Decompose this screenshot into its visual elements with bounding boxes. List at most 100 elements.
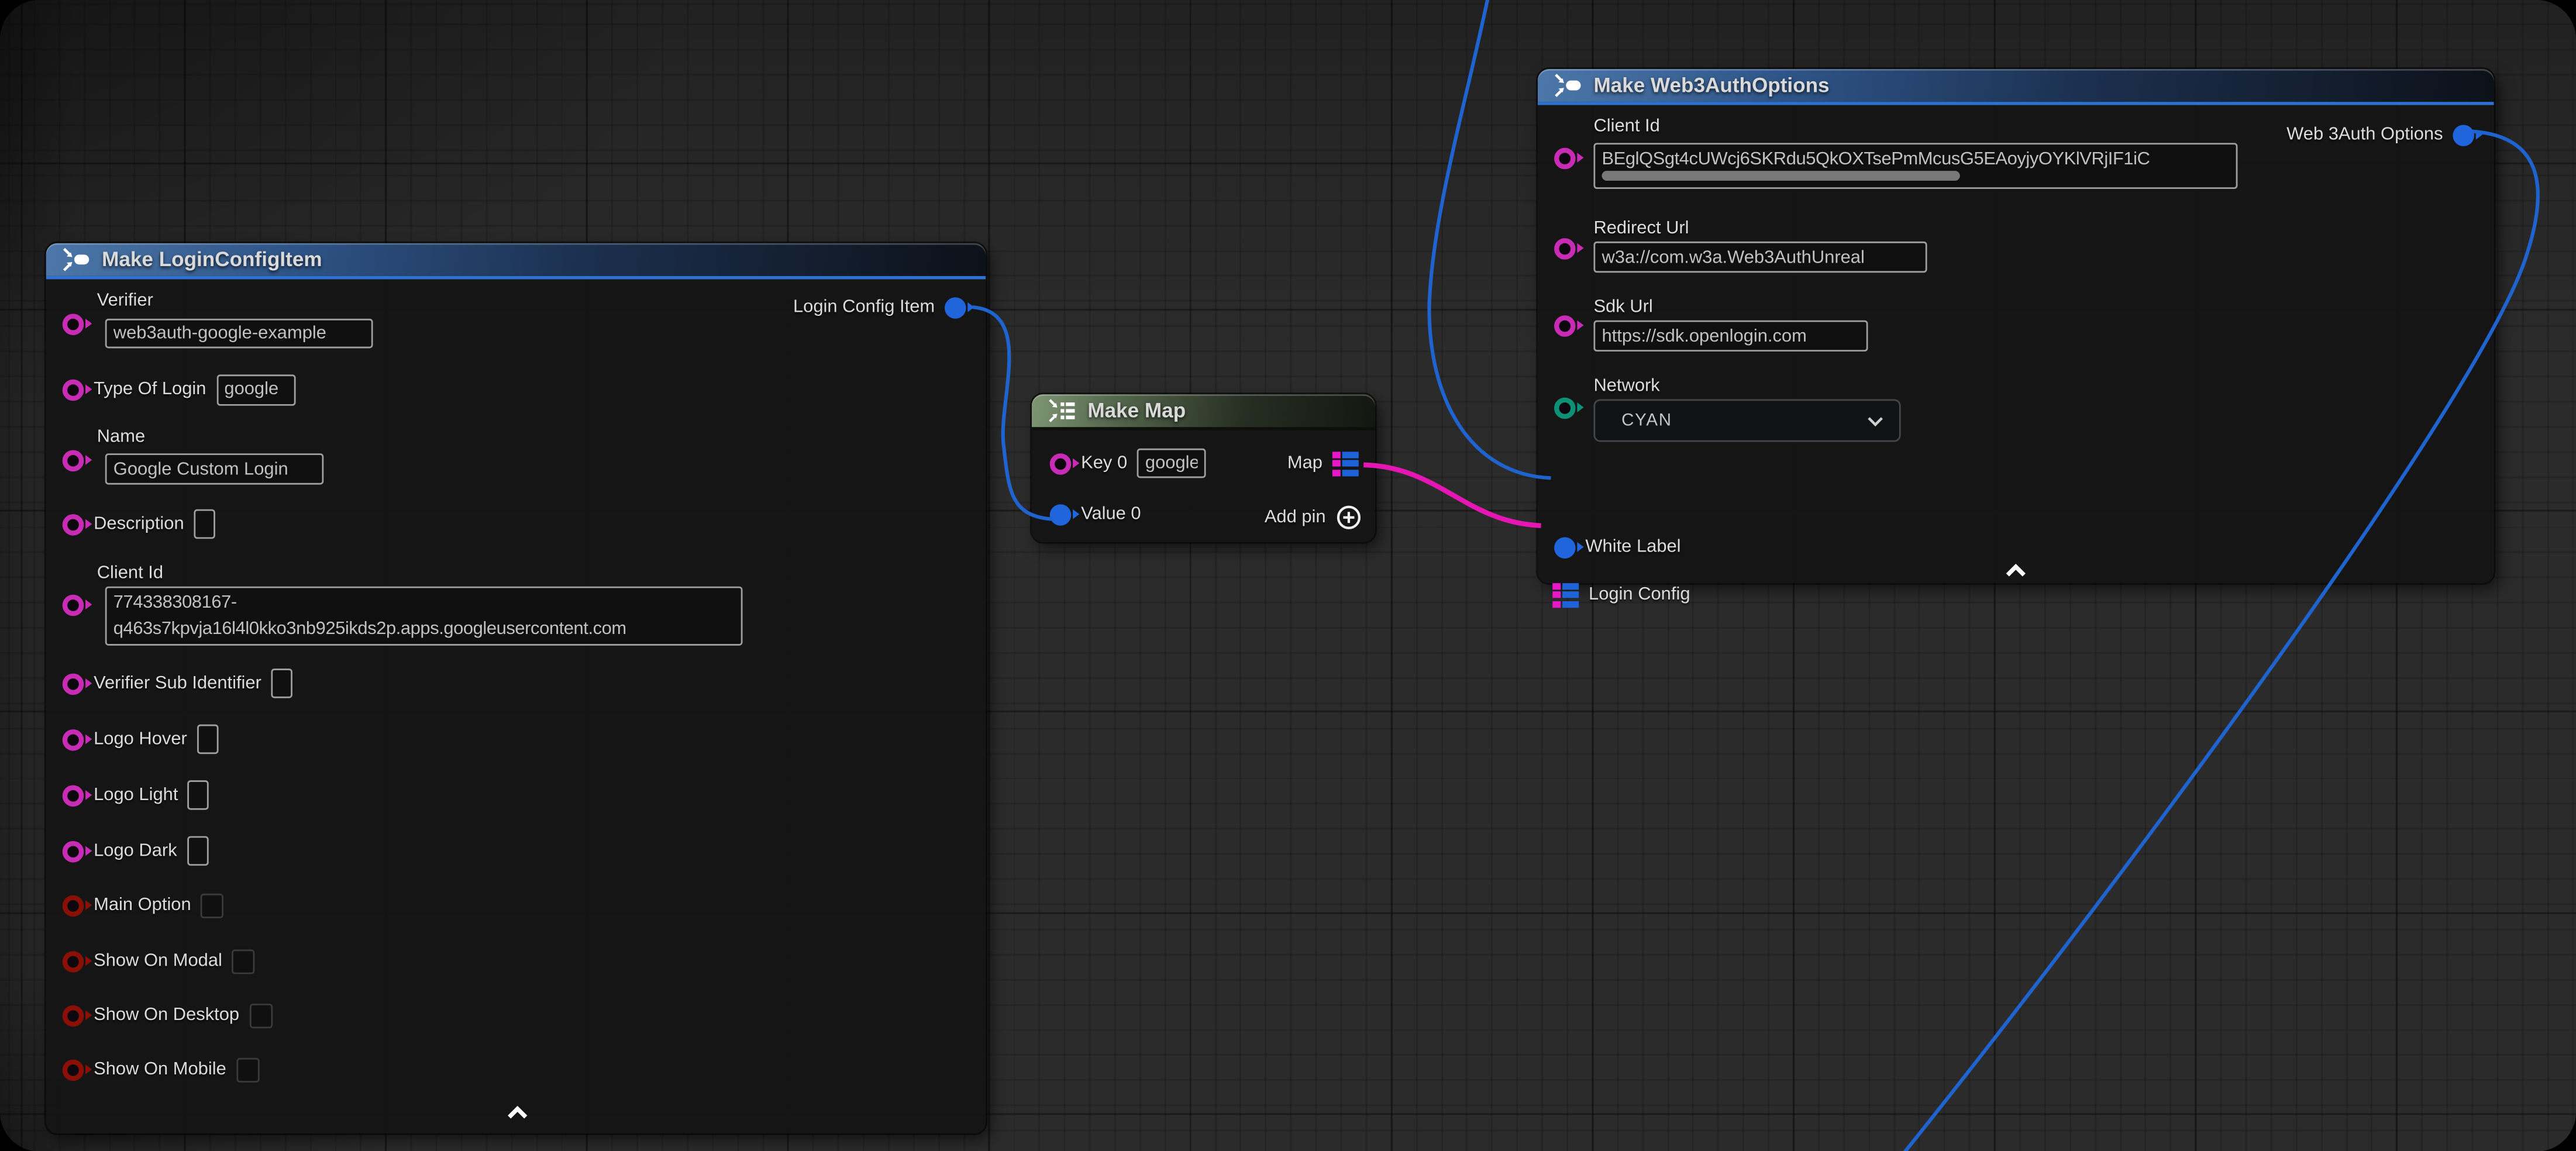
show-on-desktop-pin[interactable] [63, 1005, 84, 1026]
key0-input[interactable] [1137, 449, 1206, 478]
verifier-input[interactable] [105, 319, 373, 349]
client-id-input[interactable]: 774338308167- q463s7kpvja16l4l0kko3nb925… [105, 587, 743, 646]
key0-pin[interactable] [1050, 453, 1072, 474]
client-id-input[interactable]: BEglQSgt4cUWcj6SKRdu5QkOXTsePmMcusG5EAoy… [1593, 143, 2237, 189]
client-id-line1: 774338308167- [113, 590, 735, 616]
verifier-sub-identifier-row: Verifier Sub Identifier [63, 664, 293, 703]
login-config-item-output-pin[interactable] [945, 297, 966, 318]
map-output-row: Map [1287, 443, 1359, 483]
key0-label: Key 0 [1081, 453, 1127, 473]
client-id-line2: q463s7kpvja16l4l0kko3nb925ikds2p.apps.go… [113, 616, 735, 642]
client-id-label: Client Id [1593, 116, 1659, 136]
verifier-sub-identifier-label: Verifier Sub Identifier [94, 674, 261, 694]
sdk-url-label: Sdk Url [1593, 297, 1652, 317]
key0-row: Key 0 [1050, 443, 1206, 483]
value0-pin[interactable] [1050, 504, 1072, 525]
description-label: Description [94, 514, 184, 534]
main-option-checkbox[interactable] [201, 893, 224, 918]
show-on-desktop-row: Show On Desktop [63, 995, 273, 1035]
show-on-modal-label: Show On Modal [94, 951, 222, 971]
main-option-label: Main Option [94, 895, 191, 915]
node-title: Make Map [1087, 399, 1186, 422]
value0-row: Value 0 [1050, 494, 1141, 533]
wire-offscreen-to-white-label [1429, 0, 1551, 478]
type-of-login-row: Type Of Login [63, 370, 295, 409]
show-on-modal-pin[interactable] [63, 950, 84, 972]
name-pin[interactable] [63, 450, 84, 472]
description-row: Description [63, 504, 215, 543]
logo-dark-pin[interactable] [63, 840, 84, 862]
description-input[interactable] [194, 509, 216, 539]
login-config-label: Login Config [1589, 585, 1690, 605]
network-pin[interactable] [1554, 398, 1576, 419]
sdk-url-input[interactable] [1593, 321, 1868, 351]
node-header[interactable]: Make Web3AuthOptions [1538, 69, 2494, 105]
logo-hover-input[interactable] [197, 725, 219, 754]
logo-hover-pin[interactable] [63, 729, 84, 750]
logo-dark-input[interactable] [187, 836, 209, 866]
show-on-mobile-checkbox[interactable] [236, 1057, 259, 1081]
logo-hover-label: Logo Hover [94, 729, 187, 749]
logo-hover-row: Logo Hover [63, 719, 218, 759]
redirect-url-pin[interactable] [1554, 238, 1576, 260]
logo-dark-label: Logo Dark [94, 841, 177, 861]
logo-light-row: Logo Light [63, 776, 209, 815]
name-label: Name [97, 427, 145, 447]
white-label-label: White Label [1585, 537, 1680, 557]
logo-light-input[interactable] [188, 780, 209, 810]
show-on-modal-checkbox[interactable] [232, 949, 255, 973]
add-pin-icon[interactable] [1335, 504, 1362, 530]
show-on-desktop-label: Show On Desktop [94, 1005, 239, 1025]
verifier-sub-identifier-input[interactable] [271, 668, 293, 698]
graph-canvas[interactable]: Make LoginConfigItem Verifier Login Conf… [0, 0, 2576, 1151]
redirect-url-label: Redirect Url [1593, 219, 1689, 239]
login-config-item-output-row: Login Config Item [793, 288, 966, 327]
node-header[interactable]: Make Map [1032, 394, 1375, 430]
redirect-url-input[interactable] [1593, 242, 1927, 273]
sdk-url-pin[interactable] [1554, 315, 1576, 337]
type-of-login-pin[interactable] [63, 378, 84, 400]
verifier-label: Verifier [97, 291, 153, 311]
main-option-pin[interactable] [63, 894, 84, 916]
web3auth-options-output-label: Web 3Auth Options [2286, 125, 2443, 144]
type-of-login-input[interactable] [216, 374, 295, 405]
show-on-mobile-label: Show On Mobile [94, 1060, 226, 1080]
collapse-chevron-icon[interactable] [506, 1099, 529, 1129]
client-id-label: Client Id [97, 563, 163, 583]
logo-dark-row: Logo Dark [63, 831, 208, 870]
network-label: Network [1593, 376, 1659, 396]
chevron-down-icon [1866, 415, 1885, 426]
node-make-login-config-item[interactable]: Make LoginConfigItem Verifier Login Conf… [46, 243, 986, 1133]
web3auth-options-output-pin[interactable] [2453, 124, 2474, 146]
login-config-pin[interactable] [1552, 583, 1579, 607]
map-output-pin[interactable] [1332, 451, 1359, 475]
client-id-scrollbar[interactable] [1602, 171, 1959, 181]
logo-light-label: Logo Light [94, 785, 178, 805]
name-input[interactable] [105, 453, 324, 484]
description-pin[interactable] [63, 514, 84, 535]
network-selected-value: CYAN [1621, 411, 1672, 430]
add-pin-row[interactable]: Add pin [1265, 498, 1362, 537]
make-map-icon [1046, 398, 1076, 424]
logo-light-pin[interactable] [63, 784, 84, 806]
verifier-sub-identifier-pin[interactable] [63, 673, 84, 694]
wire-map-to-login-config [1363, 465, 1541, 526]
node-title: Make LoginConfigItem [102, 248, 322, 271]
show-on-mobile-row: Show On Mobile [63, 1050, 259, 1089]
client-id-pin[interactable] [1554, 148, 1576, 170]
collapse-chevron-icon[interactable] [2005, 557, 2027, 587]
show-on-mobile-pin[interactable] [63, 1059, 84, 1080]
node-make-web3auth-options[interactable]: Make Web3AuthOptions Client Id BEglQSgt4… [1538, 69, 2494, 583]
verifier-pin[interactable] [63, 313, 84, 335]
make-struct-icon [1552, 73, 1582, 99]
node-make-map[interactable]: Make Map Key 0 Map Value 0 Add pin [1032, 394, 1375, 542]
client-id-pin[interactable] [63, 595, 84, 616]
white-label-row: White Label [1554, 528, 1681, 567]
show-on-desktop-checkbox[interactable] [249, 1003, 272, 1028]
login-config-row: Login Config [1552, 575, 1690, 614]
white-label-pin[interactable] [1554, 536, 1576, 558]
network-dropdown[interactable]: CYAN [1593, 399, 1900, 442]
node-header[interactable]: Make LoginConfigItem [46, 243, 986, 280]
type-of-login-label: Type Of Login [94, 380, 206, 399]
login-config-item-output-label: Login Config Item [793, 297, 935, 317]
